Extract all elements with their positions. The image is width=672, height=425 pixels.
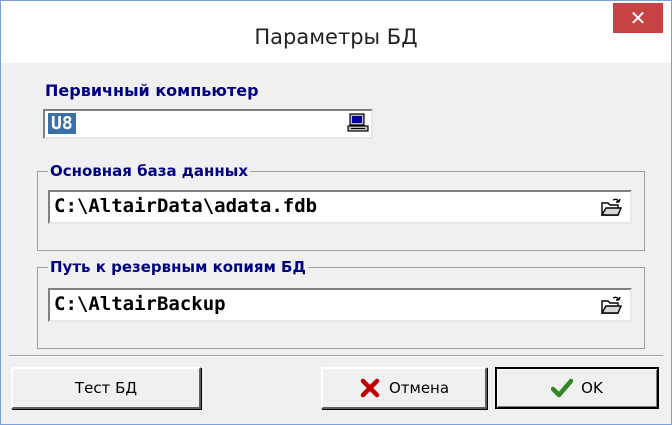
folder-open-icon[interactable] [600, 198, 622, 218]
computer-icon[interactable] [347, 113, 369, 133]
backup-label: Путь к резервным копиям БД [48, 258, 308, 276]
checkmark-icon [551, 378, 574, 398]
main-db-path-input[interactable]: C:\AltairData\adata.fdb [48, 190, 632, 224]
primary-computer-label: Первичный компьютер [45, 81, 259, 100]
backup-path-input[interactable]: C:\AltairBackup [48, 288, 632, 322]
main-db-path-value: C:\AltairData\adata.fdb [54, 195, 318, 217]
test-db-button[interactable]: Тест БД [11, 367, 201, 409]
button-separator [9, 355, 663, 357]
main-db-group: Основная база данных C:\AltairData\adata… [37, 162, 645, 251]
backup-path-value: C:\AltairBackup [54, 293, 226, 315]
dialog-window: Параметры БД ✕ Первичный компьютер U8 Ос… [0, 0, 672, 425]
cross-icon [360, 378, 380, 398]
backup-group: Путь к резервным копиям БД C:\AltairBack… [37, 258, 645, 349]
folder-open-icon[interactable] [600, 296, 622, 316]
cancel-button[interactable]: Отмена [321, 367, 487, 409]
ok-button-label: OK [581, 379, 603, 397]
test-db-button-label: Тест БД [74, 379, 138, 397]
ok-button[interactable]: OK [495, 367, 659, 409]
window-title: Параметры БД [254, 25, 418, 49]
primary-computer-value: U8 [48, 113, 76, 134]
title-bar[interactable]: Параметры БД ✕ [1, 1, 671, 63]
cancel-button-label: Отмена [388, 379, 450, 397]
dialog-body: Первичный компьютер U8 Основная база дан… [9, 63, 663, 419]
close-button[interactable]: ✕ [613, 3, 663, 33]
primary-computer-input[interactable]: U8 [43, 109, 373, 139]
main-db-label: Основная база данных [48, 162, 251, 180]
